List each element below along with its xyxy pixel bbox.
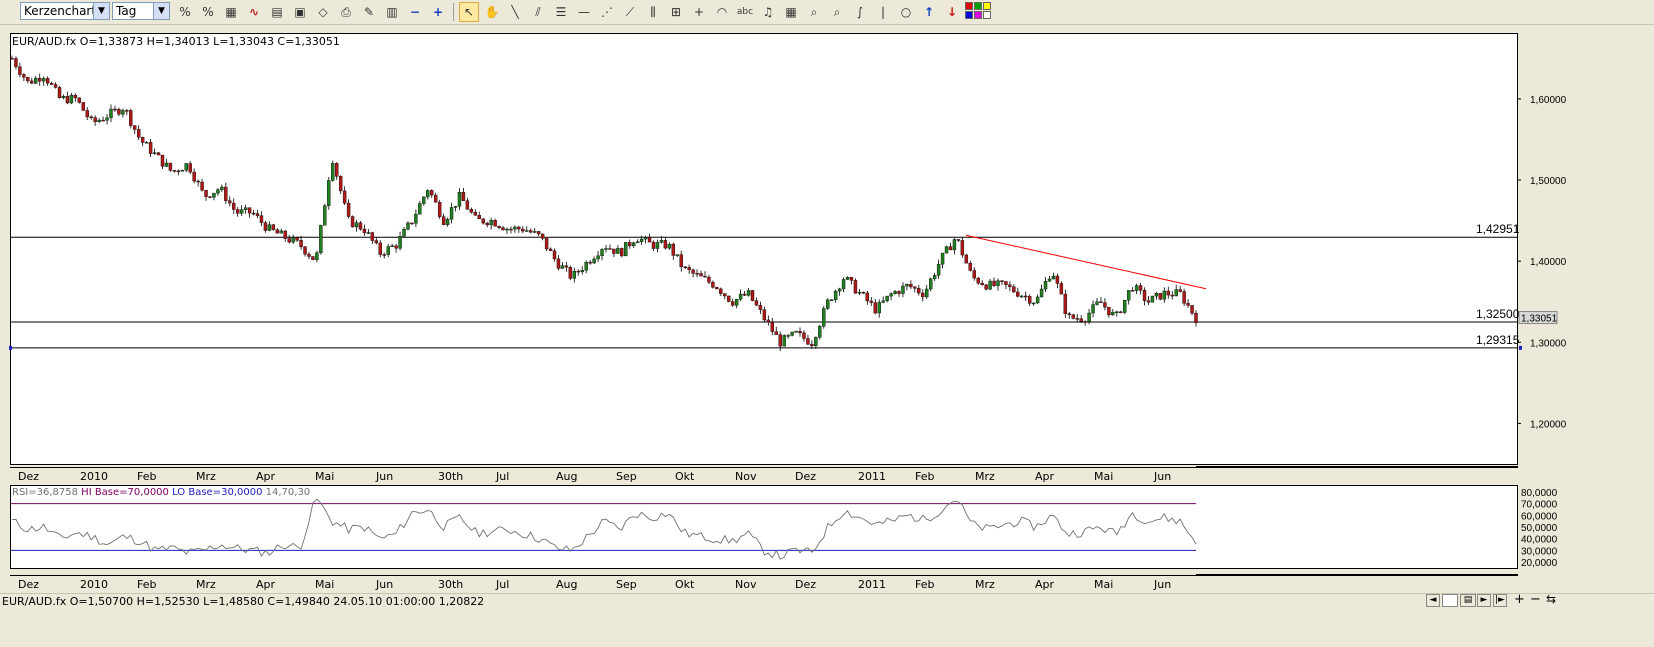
x-axis-label: Dez <box>18 578 40 591</box>
scroll-left-button[interactable]: ◄ <box>1426 594 1440 607</box>
zoom-plus-button[interactable]: + <box>1514 592 1525 607</box>
x-axis-label: Jul <box>496 578 510 591</box>
stretch-button[interactable]: ⇆ <box>1546 592 1556 606</box>
x-axis-label: Feb <box>137 578 157 591</box>
x-axis-label: Mai <box>1094 578 1114 591</box>
x-axis-label: Okt <box>675 578 695 591</box>
horizontal-scrollbar[interactable] <box>1442 594 1458 607</box>
x-axis-label: Jun <box>376 578 394 591</box>
rsi-y-tick-label: 20,0000 <box>1521 558 1558 569</box>
x-axis-label: Mai <box>315 578 335 591</box>
x-axis-label: Dez <box>795 578 817 591</box>
rsi-y-tick-label: 80,0000 <box>1521 488 1558 499</box>
x-axis-label: Sep <box>616 578 637 591</box>
scroll-end-button[interactable]: |► <box>1493 594 1507 607</box>
status-text: EUR/AUD.fx O=1,50700 H=1,52530 L=1,48580… <box>2 595 485 608</box>
status-bar: EUR/AUD.fx O=1,50700 H=1,52530 L=1,48580… <box>0 593 1654 610</box>
rsi-y-tick-label: 60,0000 <box>1521 511 1558 522</box>
x-axis-label: 2010 <box>80 578 108 591</box>
rsi-chart[interactable]: 80,000070,000060,000050,000040,000030,00… <box>0 0 1654 600</box>
x-axis-label: Feb <box>915 578 935 591</box>
rsi-y-tick-label: 50,0000 <box>1521 523 1558 534</box>
rsi-y-tick-label: 30,0000 <box>1521 546 1558 557</box>
x-axis-label: Apr <box>256 578 276 591</box>
scroll-right-button[interactable]: ► <box>1477 594 1491 607</box>
scroll-thumb[interactable]: ▤ <box>1460 594 1476 607</box>
rsi-y-tick-label: 70,0000 <box>1521 500 1558 511</box>
x-axis-label: Nov <box>735 578 757 591</box>
rsi-y-tick-label: 40,0000 <box>1521 535 1558 546</box>
x-axis-label: 30th <box>438 578 464 591</box>
x-axis-label: Jun <box>1154 578 1172 591</box>
x-axis-label: Mrz <box>196 578 216 591</box>
x-axis-label: Apr <box>1035 578 1055 591</box>
x-axis-label: Aug <box>556 578 578 591</box>
zoom-minus-button[interactable]: − <box>1530 592 1541 607</box>
x-axis-label: Mrz <box>975 578 995 591</box>
axis-scroll-marker <box>1196 574 1518 575</box>
axis-line <box>10 575 1518 576</box>
x-axis-label: 2011 <box>858 578 886 591</box>
